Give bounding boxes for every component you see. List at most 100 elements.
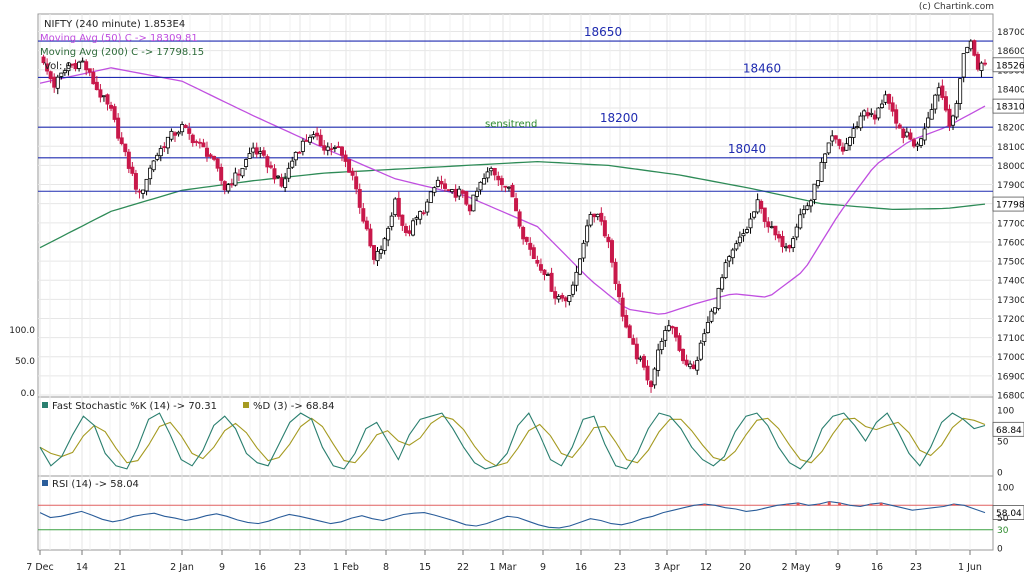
candle-body bbox=[105, 94, 110, 105]
candle-body bbox=[59, 72, 64, 77]
candle-body bbox=[617, 283, 622, 298]
candle-body bbox=[752, 211, 757, 218]
price-marker-label: 18526 bbox=[996, 61, 1024, 71]
price-tick-label: 17200 bbox=[997, 315, 1024, 325]
candle-body bbox=[439, 180, 444, 185]
date-tick-label: 15 bbox=[419, 562, 431, 573]
volume-tick-label: 0.0 bbox=[21, 389, 36, 399]
date-tick-label: 3 Apr bbox=[654, 562, 680, 573]
candle-body bbox=[855, 126, 860, 129]
candle-body bbox=[503, 185, 508, 188]
candle-body bbox=[286, 167, 291, 179]
candle-body bbox=[695, 360, 700, 371]
candle-body bbox=[414, 217, 419, 220]
candle-body bbox=[570, 284, 575, 295]
candle-body bbox=[425, 201, 430, 213]
candle-body bbox=[123, 143, 128, 153]
candle-body bbox=[563, 297, 568, 302]
rsi-ref-label: 30 bbox=[997, 526, 1009, 536]
stoch-marker-label: 68.84 bbox=[996, 426, 1022, 436]
horizontal-level-label: 18650 bbox=[584, 25, 622, 39]
candle-body bbox=[112, 106, 117, 120]
candle-body bbox=[432, 187, 437, 193]
candle-body bbox=[837, 139, 842, 146]
candle-body bbox=[73, 63, 78, 70]
candle-body bbox=[819, 161, 824, 182]
candle-body bbox=[240, 167, 245, 177]
candle-body bbox=[759, 200, 764, 210]
candle-body bbox=[496, 175, 501, 181]
candle-body bbox=[244, 159, 249, 167]
candle-body bbox=[744, 229, 749, 233]
candle-body bbox=[336, 146, 341, 148]
candle-body bbox=[634, 343, 639, 360]
candle-body bbox=[183, 125, 188, 128]
candle-body bbox=[180, 124, 185, 133]
candle-body bbox=[528, 242, 533, 250]
candle-body bbox=[361, 208, 366, 222]
candle-body bbox=[688, 363, 693, 368]
candle-body bbox=[954, 103, 959, 118]
candle-body bbox=[172, 132, 177, 136]
candle-body bbox=[894, 109, 899, 124]
candle-body bbox=[681, 348, 686, 362]
candle-body bbox=[133, 173, 138, 190]
candle-body bbox=[212, 155, 217, 160]
price-tick-label: 17400 bbox=[997, 277, 1024, 287]
candle-body bbox=[87, 68, 92, 73]
date-tick-label: 23 bbox=[294, 562, 306, 573]
candle-body bbox=[848, 137, 853, 146]
candle-body bbox=[919, 138, 924, 146]
candle-body bbox=[958, 78, 963, 104]
volume-legend: Vol: 0 bbox=[44, 61, 72, 72]
rsi-legend: RSI (14) -> 58.04 bbox=[52, 479, 139, 490]
candle-body bbox=[968, 40, 973, 50]
candle-body bbox=[535, 259, 540, 264]
candle-body bbox=[794, 226, 799, 238]
candle-body bbox=[578, 258, 583, 275]
date-tick-label: 14 bbox=[76, 562, 88, 573]
candle-body bbox=[322, 145, 327, 151]
candle-body bbox=[215, 158, 220, 169]
candle-body bbox=[98, 89, 103, 98]
date-tick-label: 9 bbox=[540, 562, 546, 573]
date-tick-label: 9 bbox=[835, 562, 841, 573]
candle-body bbox=[965, 46, 970, 53]
ma200-legend: Moving Avg (200) C -> 17798.15 bbox=[40, 47, 204, 58]
candle-body bbox=[48, 71, 53, 80]
price-tick-label: 18600 bbox=[997, 47, 1024, 57]
candle-body bbox=[201, 142, 206, 148]
candle-body bbox=[602, 220, 607, 237]
candle-body bbox=[556, 296, 561, 300]
candle-body bbox=[279, 177, 284, 187]
candle-body bbox=[784, 246, 789, 249]
candle-body bbox=[830, 135, 835, 142]
candle-body bbox=[382, 238, 387, 251]
candle-body bbox=[347, 159, 352, 173]
price-tick-label: 17100 bbox=[997, 334, 1024, 344]
candle-body bbox=[897, 124, 902, 129]
candle-body bbox=[702, 333, 707, 342]
candle-body bbox=[560, 295, 565, 299]
volume-tick-label: 100.0 bbox=[9, 326, 35, 336]
candle-body bbox=[549, 272, 554, 292]
candle-body bbox=[872, 114, 877, 120]
candle-body bbox=[116, 117, 121, 139]
candle-body bbox=[975, 53, 980, 70]
candle-body bbox=[588, 214, 593, 226]
candle-body bbox=[887, 94, 892, 104]
candle-body bbox=[531, 247, 536, 260]
candle-body bbox=[219, 166, 224, 181]
price-tick-label: 17000 bbox=[997, 353, 1024, 363]
candle-body bbox=[826, 142, 831, 154]
candle-body bbox=[197, 141, 202, 144]
candle-body bbox=[94, 81, 99, 91]
candle-body bbox=[318, 134, 323, 147]
candle-body bbox=[52, 76, 57, 88]
candle-body bbox=[151, 160, 156, 171]
candle-body bbox=[741, 233, 746, 237]
candle-body bbox=[371, 245, 376, 260]
candle-body bbox=[396, 197, 401, 217]
candle-body bbox=[357, 189, 362, 208]
date-tick-label: 16 bbox=[575, 562, 587, 573]
